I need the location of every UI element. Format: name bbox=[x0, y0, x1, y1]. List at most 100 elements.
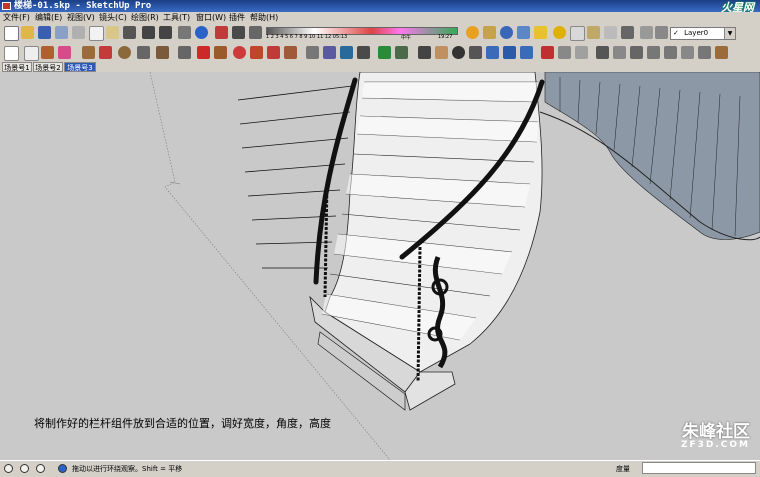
title-bar: 楼梯-01.skp - SketchUp Pro 火星网 bbox=[0, 0, 760, 14]
material-icon[interactable] bbox=[587, 26, 600, 39]
layers-manager-icon[interactable] bbox=[621, 26, 634, 39]
shaded-icon[interactable] bbox=[715, 46, 728, 59]
get-models-icon[interactable] bbox=[517, 26, 530, 39]
outliner-icon[interactable] bbox=[640, 26, 653, 39]
status-hint: 拖动以进行环绕观察。Shift = 平移 bbox=[72, 465, 183, 473]
paint-bucket-icon[interactable] bbox=[41, 46, 54, 59]
menu-plugins[interactable]: 插件 bbox=[229, 12, 245, 23]
geo-location-status-icon[interactable] bbox=[4, 464, 13, 473]
position-camera-icon[interactable] bbox=[541, 46, 554, 59]
sketchup-app-icon[interactable] bbox=[2, 2, 11, 10]
iso-view-icon[interactable] bbox=[596, 46, 609, 59]
window-title: 楼梯-01.skp - SketchUp Pro bbox=[14, 1, 152, 11]
shadow-settings-icon[interactable] bbox=[215, 26, 228, 39]
look-around-icon[interactable] bbox=[575, 46, 588, 59]
pan-hand-icon[interactable] bbox=[435, 46, 448, 59]
section-plane-icon[interactable] bbox=[249, 26, 262, 39]
staircase-model bbox=[149, 72, 760, 460]
tab-scene-1[interactable]: 场景号1 bbox=[2, 62, 32, 72]
measurements-input[interactable] bbox=[642, 462, 756, 474]
open-folder-icon[interactable] bbox=[21, 26, 34, 39]
model-viewport[interactable]: 将制作好的栏杆组件放到合适的位置，调好宽度，角度，高度 朱峰社区 ZF3D.CO… bbox=[0, 72, 760, 460]
brand-watermark: 朱峰社区 ZF3D.COM bbox=[681, 424, 750, 450]
orbit-icon[interactable] bbox=[418, 46, 431, 59]
zoom-icon[interactable] bbox=[452, 46, 465, 59]
zoom-extents-icon[interactable] bbox=[486, 46, 499, 59]
print-icon[interactable] bbox=[55, 26, 68, 39]
freehand-icon[interactable] bbox=[178, 46, 191, 59]
tab-scene-3[interactable]: 场景号3 bbox=[64, 62, 96, 72]
push-pull-icon[interactable] bbox=[214, 46, 227, 59]
axes-icon[interactable] bbox=[378, 46, 391, 59]
fog-icon[interactable] bbox=[232, 26, 245, 39]
copy-icon[interactable] bbox=[89, 26, 104, 41]
zoom-window-icon[interactable] bbox=[469, 46, 482, 59]
credits-icon[interactable] bbox=[20, 464, 29, 473]
menu-camera[interactable]: 镜头(C) bbox=[99, 12, 127, 23]
follow-me-icon[interactable] bbox=[250, 46, 263, 59]
line-pencil-icon[interactable] bbox=[99, 46, 112, 59]
tape-measure-icon[interactable] bbox=[306, 46, 319, 59]
previous-view-icon[interactable] bbox=[503, 46, 516, 59]
undo-icon[interactable] bbox=[142, 26, 155, 39]
print-preview-icon[interactable] bbox=[178, 26, 191, 39]
user-icon[interactable] bbox=[36, 464, 45, 473]
text-icon[interactable] bbox=[357, 46, 370, 59]
tab-scene-2[interactable]: 场景号2 bbox=[33, 62, 63, 72]
protractor-icon[interactable] bbox=[340, 46, 353, 59]
right-view-icon[interactable] bbox=[647, 46, 660, 59]
time-end-label: 19:27 bbox=[438, 34, 453, 40]
menu-tools[interactable]: 工具(T) bbox=[163, 12, 190, 23]
eraser-icon[interactable] bbox=[58, 46, 71, 59]
front-view-icon[interactable] bbox=[630, 46, 643, 59]
arc-icon[interactable] bbox=[137, 46, 150, 59]
dimension-icon[interactable] bbox=[323, 46, 336, 59]
menu-draw[interactable]: 绘图(R) bbox=[131, 12, 159, 23]
redo-icon[interactable] bbox=[159, 26, 172, 39]
xray-icon[interactable] bbox=[698, 46, 711, 59]
menu-file[interactable]: 文件(F) bbox=[3, 12, 30, 23]
help-icon[interactable] bbox=[58, 464, 67, 473]
3d-text-icon[interactable] bbox=[395, 46, 408, 59]
polygon-icon[interactable] bbox=[156, 46, 169, 59]
menu-window[interactable]: 窗口(W) bbox=[196, 12, 226, 23]
sandbox-icon[interactable] bbox=[466, 26, 479, 39]
new-file-icon[interactable] bbox=[4, 26, 19, 41]
3d-warehouse-icon[interactable] bbox=[483, 26, 496, 39]
time-slider[interactable]: 1 2 3 4 5 6 7 8 9 10 11 12 05:13 中午 19:2… bbox=[266, 25, 458, 42]
delete-icon[interactable] bbox=[123, 26, 136, 39]
menu-edit[interactable]: 编辑(E) bbox=[35, 12, 62, 23]
sun-icon[interactable] bbox=[553, 26, 566, 39]
left-view-icon[interactable] bbox=[681, 46, 694, 59]
scenes-icon[interactable] bbox=[655, 26, 668, 39]
back-view-icon[interactable] bbox=[664, 46, 677, 59]
paste-icon[interactable] bbox=[106, 26, 119, 39]
offset-icon[interactable] bbox=[284, 46, 297, 59]
model-info-icon[interactable] bbox=[195, 26, 208, 39]
rectangle-icon[interactable] bbox=[82, 46, 95, 59]
share-model-icon[interactable] bbox=[500, 26, 513, 39]
chevron-down-icon[interactable]: ▼ bbox=[724, 28, 735, 39]
rotate-icon[interactable] bbox=[233, 46, 246, 59]
drawing-toolbar bbox=[0, 44, 760, 63]
components-icon[interactable] bbox=[604, 26, 617, 39]
top-view-icon[interactable] bbox=[613, 46, 626, 59]
style-icon[interactable] bbox=[570, 26, 585, 41]
cut-icon[interactable] bbox=[72, 26, 85, 39]
scene-tabs: 场景号1 场景号2 场景号3 bbox=[0, 62, 760, 72]
circle-icon[interactable] bbox=[118, 46, 131, 59]
menu-bar: 文件(F) 编辑(E) 视图(V) 镜头(C) 绘图(R) 工具(T) 窗口(W… bbox=[0, 12, 760, 23]
menu-view[interactable]: 视图(V) bbox=[67, 12, 95, 23]
save-icon[interactable] bbox=[38, 26, 51, 39]
move-icon[interactable] bbox=[197, 46, 210, 59]
walk-icon[interactable] bbox=[558, 46, 571, 59]
layer-select[interactable]: ✓ Layer0 ▼ bbox=[670, 27, 736, 40]
next-view-icon[interactable] bbox=[520, 46, 533, 59]
geo-location-icon[interactable] bbox=[534, 26, 547, 39]
menu-help[interactable]: 帮助(H) bbox=[250, 12, 278, 23]
select-arrow-icon[interactable] bbox=[4, 46, 19, 61]
make-component-icon[interactable] bbox=[24, 46, 39, 61]
scale-icon[interactable] bbox=[267, 46, 280, 59]
brand-name: 朱峰社区 bbox=[682, 422, 750, 442]
brand-site: ZF3D.COM bbox=[680, 440, 750, 450]
